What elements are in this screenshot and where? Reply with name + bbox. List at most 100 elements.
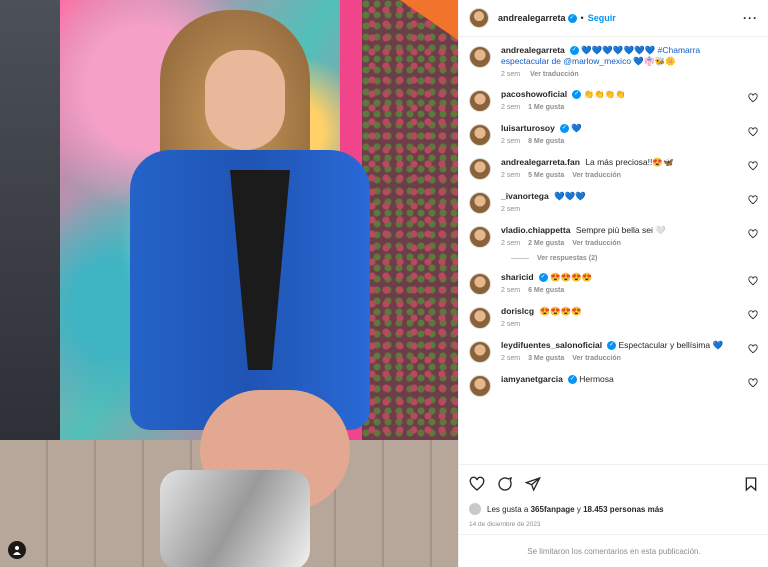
comment-text: 👏👏👏👏 — [583, 89, 626, 99]
comment-translate-link[interactable]: Ver traducción — [572, 355, 621, 362]
post-photo[interactable] — [0, 0, 458, 567]
comment-item: andrealegarreta.fan La más preciosa!!😍🦋 … — [469, 157, 758, 180]
comment-like-heart-icon[interactable] — [748, 195, 758, 205]
caption-text: andrealegarreta ✓ 💙💙💙💙💙💙💙 #Chamarra espec… — [501, 45, 738, 67]
post-date: 14 de diciembre de 2023 — [469, 521, 541, 528]
follow-button[interactable]: Seguir — [588, 13, 616, 23]
verified-badge-icon: ✓ — [567, 375, 577, 385]
comment-avatar[interactable] — [469, 192, 491, 214]
comment-item: dorislcg 😍😍😍😍 2 sem — [469, 306, 758, 329]
comment-avatar[interactable] — [469, 273, 491, 295]
comment-avatar[interactable] — [469, 341, 491, 363]
verified-badge-icon: ✓ — [559, 124, 569, 134]
photo-person — [120, 10, 380, 567]
comment-avatar[interactable] — [469, 124, 491, 146]
comment-time: 2 sem — [501, 172, 521, 179]
comment-item: iamyanetgarcia ✓ Hermosa — [469, 374, 758, 397]
comment-like-heart-icon[interactable] — [748, 276, 758, 286]
more-options-icon[interactable]: ··· — [743, 11, 758, 25]
comment-item: luisarturosoy ✓ 💙 2 sem 8 Me gusta — [469, 123, 758, 146]
person-face — [205, 50, 285, 150]
comment-item: vladio.chiappetta Sempre più bella sei 🤍… — [469, 225, 758, 248]
comment-time: 2 sem — [501, 138, 521, 145]
likes-count[interactable]: 18.453 personas más — [583, 505, 664, 514]
comment-username[interactable]: sharicid — [501, 272, 534, 282]
likes-prefix: Les gusta a — [487, 504, 529, 514]
comment-bubble-icon[interactable] — [497, 476, 513, 492]
caption-avatar[interactable] — [469, 46, 491, 68]
comment-like-heart-icon[interactable] — [748, 93, 758, 103]
likes-summary[interactable]: Les gusta a 365fanpage y 18.453 personas… — [469, 503, 759, 515]
comment-avatar[interactable] — [469, 307, 491, 329]
comment-text: 💙💙💙 — [554, 191, 586, 201]
author-avatar[interactable] — [469, 8, 489, 28]
comment-like-heart-icon[interactable] — [748, 127, 758, 137]
comment-text: Sempre più bella sei 🤍 — [575, 225, 666, 235]
comment-likes[interactable]: 3 Me gusta — [528, 355, 564, 362]
post-header: andrealegarreta ✓ • Seguir ··· — [459, 0, 768, 37]
caption-translate-link[interactable]: Ver traducción — [530, 71, 579, 78]
likes-middle: y — [576, 504, 581, 514]
like-heart-icon[interactable] — [469, 476, 485, 492]
save-bookmark-icon[interactable] — [743, 476, 759, 492]
comment-username[interactable]: dorislcg — [501, 306, 534, 316]
separator-dot: • — [580, 13, 584, 23]
comment-likes[interactable]: 5 Me gusta — [528, 172, 564, 179]
author-username[interactable]: andrealegarreta — [498, 13, 566, 23]
comments-list[interactable]: andrealegarreta ✓ 💙💙💙💙💙💙💙 #Chamarra espec… — [459, 37, 768, 457]
comment-username[interactable]: vladio.chiappetta — [501, 225, 570, 235]
comment-text: 😍😍😍😍 — [549, 272, 593, 282]
comment-like-heart-icon[interactable] — [748, 310, 758, 320]
likes-user[interactable]: 365fanpage — [531, 505, 575, 514]
view-replies-link[interactable]: Ver respuestas (2) — [511, 255, 758, 262]
comment-avatar[interactable] — [469, 158, 491, 180]
comment-text: La más preciosa!!😍🦋 — [585, 157, 674, 167]
comment-time: 2 sem — [501, 206, 521, 213]
comment-username[interactable]: iamyanetgarcia — [501, 374, 563, 384]
post-actions: Les gusta a 365fanpage y 18.453 personas… — [459, 464, 768, 528]
verified-badge-icon: ✓ — [607, 341, 617, 351]
caption: andrealegarreta ✓ 💙💙💙💙💙💙💙 #Chamarra espec… — [469, 45, 758, 78]
replies-line — [511, 258, 529, 259]
comment-username[interactable]: andrealegarreta.fan — [501, 157, 580, 167]
comment-translate-link[interactable]: Ver traducción — [572, 172, 621, 179]
comment-text: Espectacular y bellísima 💙 — [618, 340, 724, 350]
comment-item: _ivanortega 💙💙💙 2 sem — [469, 191, 758, 214]
photo-wall — [0, 0, 60, 460]
comments-disabled-notice: Se limitaron los comentarios en esta pub… — [459, 534, 768, 567]
comment-text: 😍😍😍😍 — [539, 306, 582, 316]
comment-likes[interactable]: 2 Me gusta — [528, 240, 564, 247]
comment-time: 2 sem — [501, 321, 521, 328]
comment-username[interactable]: _ivanortega — [501, 191, 549, 201]
comment-translate-link[interactable]: Ver traducción — [572, 240, 621, 247]
comment-time: 2 sem — [501, 240, 521, 247]
caption-time: 2 sem — [501, 71, 521, 78]
comment-username[interactable]: luisarturosoy — [501, 123, 555, 133]
comment-item: pacoshowoficial ✓ 👏👏👏👏 2 sem 1 Me gusta — [469, 89, 758, 112]
verified-badge-icon: ✓ — [572, 90, 582, 100]
comment-username[interactable]: pacoshowoficial — [501, 89, 567, 99]
person-silver-boot — [160, 470, 310, 567]
comment-avatar[interactable] — [469, 375, 491, 397]
view-replies-label[interactable]: Ver respuestas (2) — [537, 255, 597, 262]
comment-like-heart-icon[interactable] — [748, 161, 758, 171]
comment-time: 2 sem — [501, 355, 521, 362]
post-side-panel: andrealegarreta ✓ • Seguir ··· andrealeg… — [458, 0, 768, 567]
comment-item: sharicid ✓ 😍😍😍😍 2 sem 6 Me gusta — [469, 272, 758, 295]
comment-likes[interactable]: 8 Me gusta — [528, 138, 564, 145]
comment-like-heart-icon[interactable] — [748, 344, 758, 354]
comment-likes[interactable]: 1 Me gusta — [528, 104, 564, 111]
comment-avatar[interactable] — [469, 90, 491, 112]
comment-likes[interactable]: 6 Me gusta — [528, 287, 564, 294]
caption-username[interactable]: andrealegarreta — [501, 45, 565, 55]
comment-avatar[interactable] — [469, 226, 491, 248]
comment-like-heart-icon[interactable] — [748, 378, 758, 388]
comment-time: 2 sem — [501, 104, 521, 111]
tagged-users-icon[interactable] — [8, 541, 26, 559]
instagram-post-view: andrealegarreta ✓ • Seguir ··· andrealeg… — [0, 0, 768, 567]
comment-like-heart-icon[interactable] — [748, 229, 758, 239]
verified-badge-icon: ✓ — [567, 13, 577, 23]
verified-badge-icon: ✓ — [538, 273, 548, 283]
comment-username[interactable]: leydifuentes_salonoficial — [501, 340, 602, 350]
share-paper-plane-icon[interactable] — [524, 476, 541, 492]
